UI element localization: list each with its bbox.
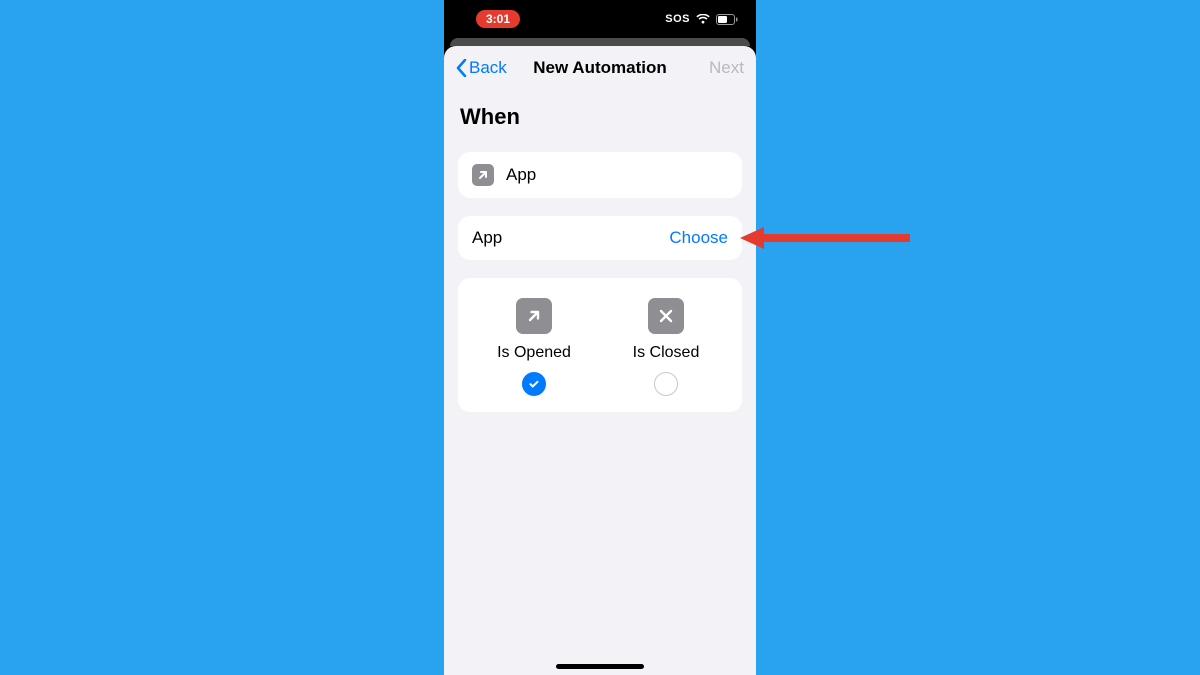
arrow-up-right-icon bbox=[516, 298, 552, 334]
app-trigger-label: App bbox=[506, 165, 728, 185]
is-closed-label: Is Closed bbox=[633, 344, 700, 362]
app-choose-row[interactable]: App Choose bbox=[458, 216, 742, 260]
x-close-icon bbox=[648, 298, 684, 334]
when-heading: When bbox=[458, 104, 742, 130]
app-selection-card: App Choose bbox=[458, 216, 742, 260]
chevron-left-icon bbox=[456, 59, 467, 77]
status-bar: 3:01 SOS bbox=[444, 0, 756, 38]
modal-sheet: Back New Automation Next When App App Ch… bbox=[444, 46, 756, 675]
state-card: Is Opened Is Closed bbox=[458, 278, 742, 412]
navigation-bar: Back New Automation Next bbox=[444, 46, 756, 90]
home-indicator[interactable] bbox=[556, 664, 644, 669]
content-area: When App App Choose bbox=[444, 90, 756, 412]
status-indicators: SOS bbox=[665, 13, 738, 25]
is-closed-option[interactable]: Is Closed bbox=[606, 298, 726, 396]
sos-indicator: SOS bbox=[665, 13, 690, 25]
is-opened-option[interactable]: Is Opened bbox=[474, 298, 594, 396]
state-options: Is Opened Is Closed bbox=[468, 298, 732, 396]
app-label: App bbox=[472, 228, 669, 248]
status-time: 3:01 bbox=[476, 10, 520, 28]
choose-button[interactable]: Choose bbox=[669, 228, 728, 248]
phone-frame: 3:01 SOS Back New Automation Next When bbox=[444, 0, 756, 675]
back-label: Back bbox=[469, 58, 507, 78]
is-closed-radio[interactable] bbox=[654, 372, 678, 396]
sheet-background-peek bbox=[450, 38, 750, 46]
battery-icon bbox=[716, 14, 738, 25]
back-button[interactable]: Back bbox=[456, 58, 507, 78]
app-trigger-row[interactable]: App bbox=[458, 152, 742, 198]
trigger-card: App bbox=[458, 152, 742, 198]
is-opened-label: Is Opened bbox=[497, 344, 571, 362]
annotation-arrow bbox=[740, 225, 910, 251]
next-button[interactable]: Next bbox=[709, 58, 744, 78]
wifi-icon bbox=[696, 14, 710, 25]
app-open-icon bbox=[472, 164, 494, 186]
is-opened-radio[interactable] bbox=[522, 372, 546, 396]
page-title: New Automation bbox=[533, 58, 666, 78]
